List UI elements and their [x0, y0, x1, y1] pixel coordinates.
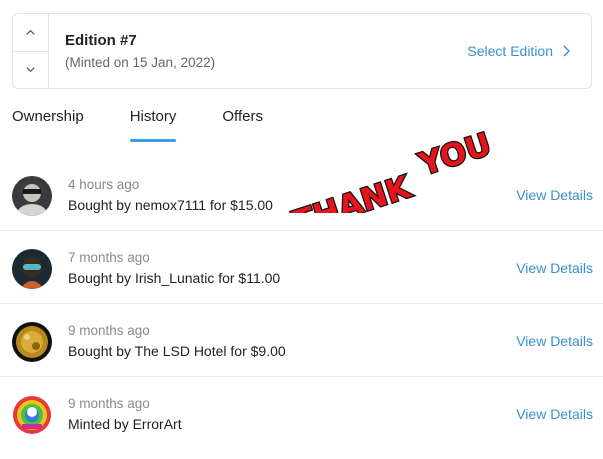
thank-you-overlay: THANK YOU: [288, 125, 497, 213]
chevron-down-icon: [26, 67, 35, 73]
edition-stepper: [13, 14, 49, 88]
tab-bar: Ownership History Offers: [12, 108, 309, 144]
avatar[interactable]: [12, 249, 52, 289]
history-time: 9 months ago: [68, 323, 150, 338]
next-edition-button[interactable]: [13, 50, 48, 89]
history-event: Minted by ErrorArt: [68, 416, 182, 432]
edition-minted-date: (Minted on 15 Jan, 2022): [65, 55, 216, 70]
view-details-link[interactable]: View Details: [516, 406, 593, 422]
avatar[interactable]: [12, 176, 52, 216]
chevron-right-icon: [563, 45, 570, 57]
view-details-link[interactable]: View Details: [516, 187, 593, 203]
history-time: 9 months ago: [68, 396, 150, 411]
tab-history[interactable]: History: [129, 108, 176, 144]
history-event: Bought by nemox7111 for $15.00: [68, 197, 273, 213]
view-details-link[interactable]: View Details: [516, 260, 593, 276]
tab-offers[interactable]: Offers: [222, 108, 263, 144]
history-row: 7 months ago Bought by Irish_Lunatic for…: [0, 231, 603, 304]
edition-title: Edition #7: [65, 32, 137, 49]
edition-info: Edition #7 (Minted on 15 Jan, 2022): [49, 14, 467, 88]
history-time: 7 months ago: [68, 250, 150, 265]
chevron-up-icon: [26, 29, 35, 35]
select-edition-label: Select Edition: [467, 43, 553, 59]
history-event: Bought by Irish_Lunatic for $11.00: [68, 270, 281, 286]
avatar[interactable]: [12, 322, 52, 362]
edition-card: Edition #7 (Minted on 15 Jan, 2022) Sele…: [12, 13, 592, 89]
avatar[interactable]: [12, 395, 52, 435]
view-details-link[interactable]: View Details: [516, 333, 593, 349]
tab-ownership[interactable]: Ownership: [12, 108, 84, 144]
history-row: 9 months ago Minted by ErrorArt View Det…: [0, 377, 603, 450]
select-edition-link[interactable]: Select Edition: [467, 14, 591, 88]
thank-text: THANK: [289, 169, 416, 213]
history-event: Bought by The LSD Hotel for $9.00: [68, 343, 286, 359]
history-time: 4 hours ago: [68, 177, 140, 192]
history-row: 9 months ago Bought by The LSD Hotel for…: [0, 304, 603, 377]
previous-edition-button[interactable]: [13, 14, 48, 51]
you-text: YOU: [414, 126, 495, 183]
